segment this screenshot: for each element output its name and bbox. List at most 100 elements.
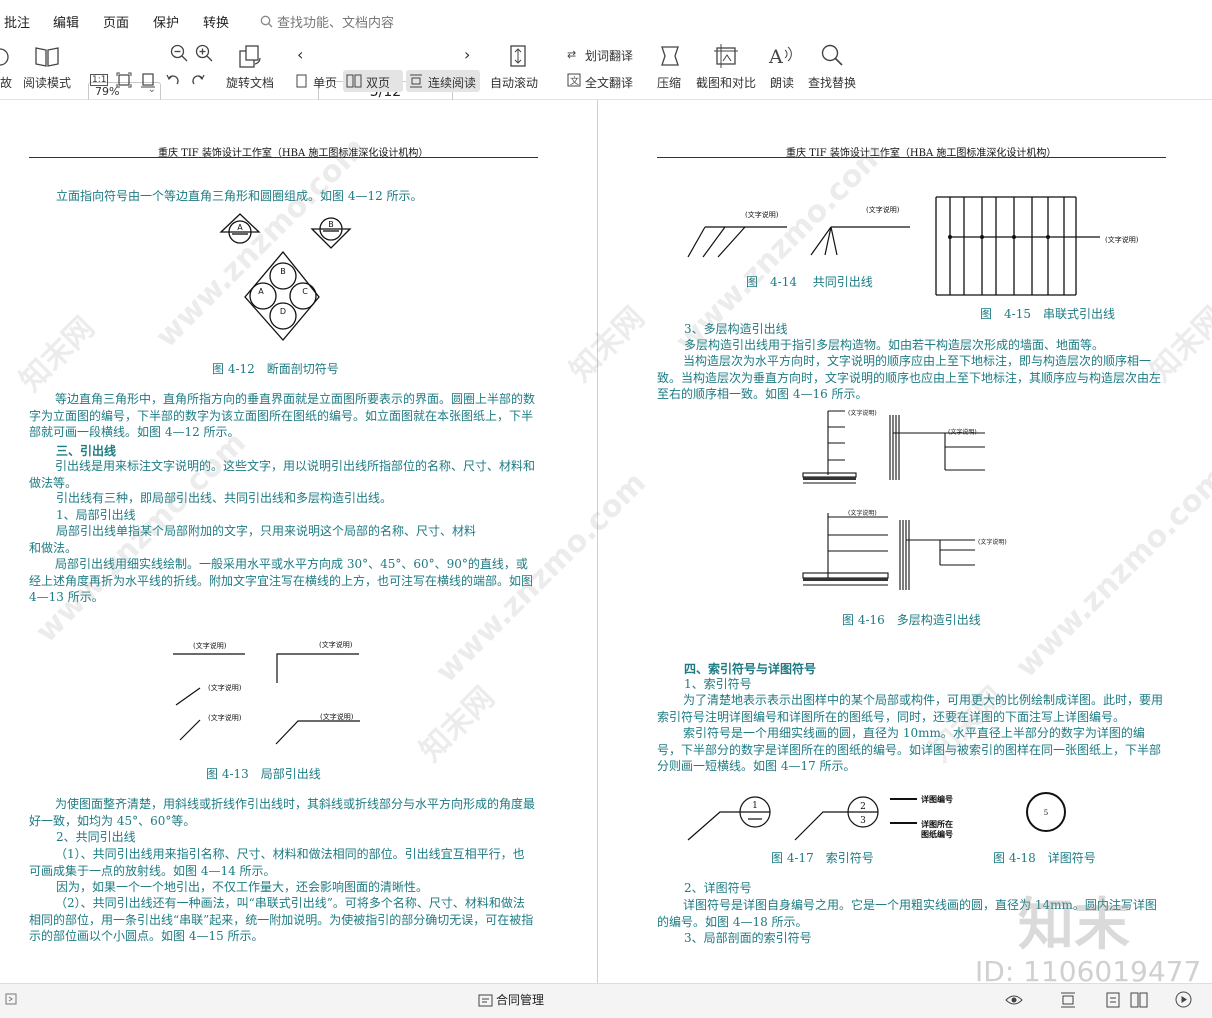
paragraph: 局部引出线用细实线绘制。一般采用水平或水平方向成 30°、45°、60°、90°… (29, 557, 534, 604)
menu-convert[interactable]: 转换 (203, 12, 229, 31)
find-replace-icon (821, 44, 843, 66)
detail-number: 5 (1044, 809, 1048, 817)
detail-number-label: 详图编号 (921, 795, 953, 804)
menu-edit[interactable]: 编辑 (53, 12, 79, 31)
brand-logo: 知末 (1018, 893, 1130, 958)
continuous-read-button[interactable]: 连续阅读 (406, 70, 480, 92)
subheading: 1、局部引出线 (56, 508, 136, 522)
translate-icon: ⇄ (567, 48, 576, 61)
paragraph: 当构造层次为水平方向时，文字说明的顺序应由上至下地标注，即与构造层次的顺序相一致… (657, 354, 1162, 401)
rotate-left-icon[interactable] (165, 72, 181, 88)
prev-page-icon[interactable]: ‹ (297, 45, 303, 64)
figure-4-15-serial-leader (935, 196, 1100, 296)
svg-text:A: A (768, 46, 783, 68)
svg-text:文: 文 (570, 75, 579, 87)
paragraph: 局部引出线单指某个局部附加的文字，只用来说明这个局部的名称、尺寸、材料 (56, 524, 477, 538)
partial-button-label[interactable]: 故 (0, 74, 12, 91)
status-bar: 合同管理 (0, 983, 1212, 1018)
subheading: 2、共同引出线 (56, 830, 136, 844)
figure-caption: 图 4-13 局部引出线 (206, 767, 321, 781)
contract-icon (478, 994, 493, 1006)
feature-search[interactable]: 查找功能、文档内容 (260, 12, 394, 31)
fit-actual-size-button[interactable]: 1:1 (90, 74, 109, 86)
label-B2: B (280, 267, 286, 276)
svg-text:⇄: ⇄ (567, 48, 576, 61)
find-replace-button[interactable]: 查找替换 (808, 74, 856, 91)
index-number: 2 (860, 802, 866, 812)
figure-caption: 图 4-17 索引符号 (771, 851, 874, 865)
detail-sheet-label: 图纸编号 (921, 830, 953, 839)
label-B: B (328, 220, 334, 229)
toolbar: 故 阅读模式 79% ⌄ 1:1 旋转文档 ‹ 5/12 › 单页 双页 连续阅读… (0, 38, 1212, 103)
search-icon (260, 15, 273, 28)
single-page-mode-icon[interactable] (1106, 992, 1120, 1008)
compress-button[interactable]: 压缩 (657, 74, 681, 91)
section-heading: 四、索引符号与详图符号 (684, 662, 817, 676)
text-note: (文字说明) (866, 206, 900, 214)
contract-label: 合同管理 (496, 993, 545, 1007)
auto-scroll-button[interactable]: 自动滚动 (490, 74, 538, 91)
full-translate-button[interactable]: 全文翻译 (585, 74, 633, 91)
subheading: 1、索引符号 (684, 677, 752, 691)
paragraph: 因为，如果一个一个地引出，不仅工作量大，还会影响图面的清晰性。 (56, 880, 429, 894)
contract-manage-button[interactable]: 合同管理 (478, 991, 544, 1008)
paragraph: 引出线有三种，即局部引出线、共同引出线和多层构造引出线。 (56, 491, 393, 505)
paragraph: 多层构造引出线用于指引多层构造物。如由若干构造层次形成的墙面、地面等。 (684, 338, 1105, 352)
subheading: 3、多层构造引出线 (684, 322, 788, 336)
zoom-in-icon[interactable] (195, 44, 213, 62)
section-heading: 三、引出线 (56, 444, 117, 458)
paragraph: 和做法。 (29, 541, 78, 555)
fit-width-icon[interactable] (140, 72, 156, 88)
read-aloud-button[interactable]: 朗读 (770, 74, 794, 91)
header-rule (29, 157, 538, 158)
menu-protect[interactable]: 保护 (153, 12, 179, 31)
read-mode-button[interactable]: 阅读模式 (23, 74, 71, 91)
page-divider (597, 100, 598, 983)
rotate-right-icon[interactable] (190, 72, 206, 88)
paragraph: 立面指向符号由一个等边直角三角形和圆圈组成。如图 4—12 所示。 (56, 189, 423, 203)
double-page-icon (346, 74, 362, 88)
read-aloud-icon: A (768, 46, 792, 68)
paragraph: （1）、共同引出线用来指引名称、尺寸、材料和做法相同的部位。引出线宜互相平行，也… (29, 847, 525, 878)
leader-lines (173, 653, 360, 745)
continuous-mode-icon[interactable] (1060, 992, 1076, 1008)
figure-caption: 图 4-12 断面剖切符号 (212, 362, 339, 376)
zoom-out-icon[interactable] (170, 44, 188, 62)
book-icon (35, 47, 59, 67)
label-C: C (302, 287, 308, 296)
word-translate-button[interactable]: 划词翻译 (585, 47, 633, 64)
figure-4-12-section-symbols: A B B A C D (219, 213, 352, 341)
rotate-document-button[interactable]: 旋转文档 (226, 74, 274, 91)
paragraph: 索引符号是一个用细实线画的圆，直径为 10mm。水平直径上半部分的数字为详图的编… (657, 726, 1162, 773)
single-page-button[interactable]: 单页 (313, 74, 337, 91)
paragraph: 为了清楚地表示表示出图样中的某个局部或构件，可用更大的比例绘制成详图。此时，要用… (657, 693, 1164, 724)
sheet-number: 3 (860, 816, 866, 826)
search-placeholder: 查找功能、文档内容 (277, 16, 395, 31)
fit-page-icon[interactable] (116, 72, 132, 88)
figure-caption: 图 4-16 多层构造引出线 (842, 613, 981, 627)
screenshot-compare-icon (714, 44, 738, 68)
eye-protection-icon[interactable] (1005, 993, 1023, 1007)
paragraph: 为使图面整齐清楚，用斜线或折线作引出线时，其斜线或折线部分与水平方向形成的角度最… (29, 797, 536, 828)
compress-icon (661, 46, 679, 66)
index-number: 1 (752, 801, 758, 811)
figure-caption: 图 4-15 串联式引出线 (980, 307, 1115, 321)
multilayer-drawings (802, 410, 985, 590)
continuous-read-label: 连续阅读 (428, 76, 477, 90)
rotate-document-icon (239, 45, 261, 68)
header-rule (657, 157, 1166, 158)
double-page-button[interactable]: 双页 (343, 70, 403, 92)
menu-bar: 批注 编辑 页面 保护 转换 查找功能、文档内容 (0, 0, 1212, 38)
figure-4-14-common-leaders (687, 226, 910, 258)
next-page-icon[interactable]: › (464, 45, 470, 64)
paragraph: 等边直角三角形中，直角所指方向的垂直界面就是立面图所要表示的界面。圆圈上半部的数… (29, 392, 536, 439)
menu-page[interactable]: 页面 (103, 12, 129, 31)
sidebar-toggle-icon[interactable] (5, 993, 17, 1005)
figure-caption: 图 4-14 共同引出线 (746, 275, 873, 289)
figure-caption: 图 4-18 详图符号 (993, 851, 1096, 865)
continuous-read-icon (410, 74, 422, 88)
screenshot-compare-button[interactable]: 截图和对比 (696, 74, 756, 91)
menu-annotate[interactable]: 批注 (4, 12, 30, 31)
double-page-mode-icon[interactable] (1130, 992, 1148, 1008)
play-icon[interactable] (1175, 991, 1192, 1008)
